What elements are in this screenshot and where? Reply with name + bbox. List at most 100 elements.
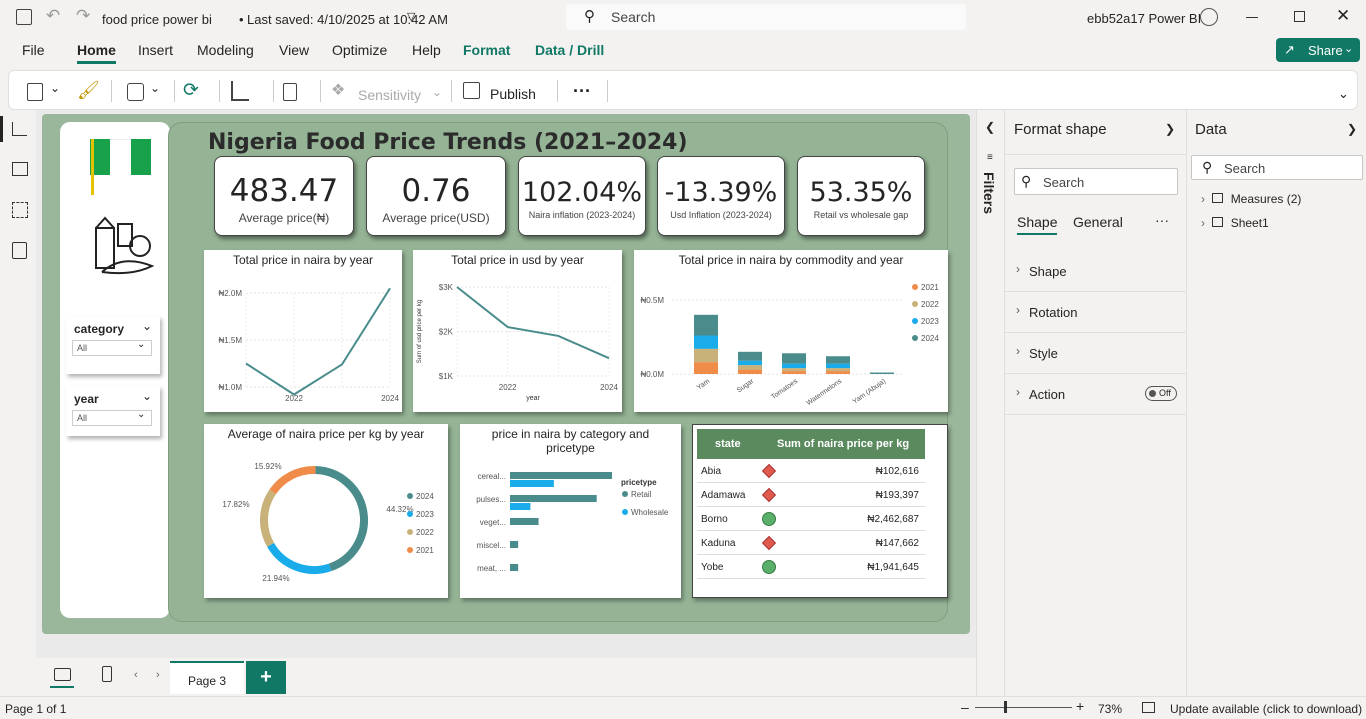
zoom-slider-thumb[interactable] xyxy=(1004,701,1007,713)
tab-data-drill[interactable]: Data / Drill xyxy=(535,42,604,58)
chevron-down-icon: ⌄ xyxy=(137,339,146,350)
fit-page-icon[interactable] xyxy=(1142,702,1155,713)
search-icon: ⚲ xyxy=(1021,173,1032,189)
filters-pane-collapsed[interactable]: ❮ ≡ Filters xyxy=(976,110,1004,696)
chevron-down-icon[interactable]: ⌄ xyxy=(150,81,160,95)
year-slicer[interactable]: year ⌄ All ⌄ xyxy=(66,386,160,436)
more-options-button[interactable]: ··· xyxy=(573,81,591,102)
category-dropdown[interactable]: All ⌄ xyxy=(72,339,152,356)
legend-label: 2022 xyxy=(416,528,434,537)
y-tick-label: miscel... xyxy=(477,541,506,550)
update-notice[interactable]: Update available (click to download) xyxy=(1170,702,1362,716)
chevron-down-icon[interactable]: ⌄ xyxy=(142,389,152,403)
tab-modeling[interactable]: Modeling xyxy=(197,42,254,58)
chevron-down-icon[interactable]: ▽ xyxy=(407,10,415,23)
data-item-sheet1[interactable]: › Sheet1 xyxy=(1201,216,1269,230)
bar-Retail xyxy=(510,472,612,479)
tab-shape[interactable]: Shape xyxy=(1017,214,1058,235)
zoom-in-button[interactable]: + xyxy=(1076,698,1084,714)
chevron-down-icon[interactable]: ⌄ xyxy=(142,319,152,333)
tab-insert[interactable]: Insert xyxy=(138,42,173,58)
table-row[interactable]: Yobe ₦1,941,645 xyxy=(697,555,925,579)
pane-title: Data xyxy=(1195,121,1227,138)
table-row[interactable]: Abia ₦102,616 xyxy=(697,459,925,483)
report-view-icon[interactable] xyxy=(12,122,27,136)
action-toggle[interactable]: Off xyxy=(1145,386,1177,401)
commodity-year-chart[interactable]: Total price in naira by commodity and ye… xyxy=(634,250,948,412)
table-row[interactable]: Adamawa ₦193,397 xyxy=(697,483,925,507)
close-icon[interactable]: ✕ xyxy=(1336,6,1350,26)
category-pricetype-chart[interactable]: price in naira by category and pricetype… xyxy=(460,424,681,598)
section-shape[interactable]: › Shape xyxy=(1005,251,1187,292)
tab-view[interactable]: View xyxy=(279,42,309,58)
tab-optimize[interactable]: Optimize xyxy=(332,42,387,58)
chevron-down-icon: ⌄ xyxy=(1344,43,1354,55)
x-tick-label: Tomatoes xyxy=(770,378,799,401)
y-axis-label: Sum of usd price per kg xyxy=(417,300,423,363)
chevron-left-icon[interactable]: ‹ xyxy=(134,669,138,681)
y-tick-label: $3K xyxy=(439,283,454,292)
table-row[interactable]: Borno ₦2,462,687 xyxy=(697,507,925,531)
data-search-input[interactable]: ⚲ Search xyxy=(1191,155,1363,180)
desktop-view-icon[interactable] xyxy=(54,668,71,681)
get-data-icon[interactable] xyxy=(127,83,144,101)
mobile-view-icon[interactable] xyxy=(102,666,112,682)
format-search-input[interactable]: ⚲ Search xyxy=(1014,168,1178,195)
legend-marker xyxy=(407,511,413,517)
chevron-down-icon[interactable]: ⌄ xyxy=(50,81,60,95)
save-icon[interactable] xyxy=(16,9,32,25)
new-visual-icon[interactable] xyxy=(231,81,249,101)
chevron-right-icon[interactable]: ❯ xyxy=(1347,122,1357,136)
zoom-slider[interactable] xyxy=(975,701,1072,713)
collapse-ribbon-icon[interactable]: ⌄ xyxy=(1338,86,1349,102)
calculator-icon[interactable] xyxy=(283,83,297,101)
maximize-icon[interactable] xyxy=(1294,11,1305,22)
chevron-right-icon[interactable]: › xyxy=(156,669,160,681)
filters-label[interactable]: Filters xyxy=(981,172,997,214)
chevron-right-icon[interactable]: ❯ xyxy=(1165,122,1175,136)
more-options-icon[interactable]: ··· xyxy=(1155,212,1169,228)
chevron-left-icon[interactable]: ❮ xyxy=(985,120,995,134)
refresh-icon[interactable]: ⟳ xyxy=(183,79,199,102)
data-item-measures[interactable]: › Measures (2) xyxy=(1201,192,1301,206)
table-view-icon[interactable] xyxy=(12,162,28,176)
kpi-card-naira-inflation[interactable]: 102.04% Naira inflation (2023-2024) xyxy=(518,156,646,236)
redo-icon[interactable]: ↷ xyxy=(76,6,90,26)
publish-button[interactable]: Publish xyxy=(490,86,536,102)
add-page-button[interactable]: + xyxy=(246,661,286,694)
tab-help[interactable]: Help xyxy=(412,42,441,58)
section-action[interactable]: › Action Off xyxy=(1005,374,1187,415)
minimize-icon[interactable] xyxy=(1246,17,1258,18)
kpi-card-retail-wholesale-gap[interactable]: 53.35% Retail vs wholesale gap xyxy=(797,156,925,236)
tab-file[interactable]: File xyxy=(22,42,45,58)
naira-by-year-chart[interactable]: Total price in naira by year ₦1.0M ₦1.5M ₦… xyxy=(204,250,402,412)
category-slicer[interactable]: category ⌄ All ⌄ xyxy=(66,316,160,374)
sensitivity-button[interactable]: Sensitivity xyxy=(358,87,421,103)
year-dropdown[interactable]: All ⌄ xyxy=(72,409,152,426)
title-search-box[interactable]: ⚲ Search xyxy=(566,4,966,30)
section-style[interactable]: › Style xyxy=(1005,333,1187,374)
tab-format[interactable]: Format xyxy=(463,42,510,58)
model-view-icon[interactable] xyxy=(12,202,28,218)
share-button[interactable]: ↗ Share ⌄ xyxy=(1276,38,1360,62)
undo-icon[interactable]: ↶ xyxy=(46,6,60,26)
avg-price-donut-chart[interactable]: Average of naira price per kg by year 44… xyxy=(204,424,448,598)
usd-by-year-chart[interactable]: Total price in usd by year $1K $2K $3K 2022… xyxy=(413,250,622,412)
tab-general[interactable]: General xyxy=(1073,214,1123,230)
dax-query-icon[interactable] xyxy=(12,242,27,259)
kpi-card-usd-inflation[interactable]: -13.39% Usd Inflation (2023-2024) xyxy=(657,156,785,236)
paste-icon[interactable] xyxy=(27,83,43,101)
kpi-card-avg-price-usd[interactable]: 0.76 Average price(USD) xyxy=(366,156,506,236)
tab-home[interactable]: Home xyxy=(77,42,116,64)
table-row[interactable]: Kaduna ₦147,662 xyxy=(697,531,925,555)
avatar[interactable] xyxy=(1200,8,1218,26)
format-painter-icon[interactable]: 🖌 xyxy=(77,80,100,101)
zoom-out-button[interactable]: – xyxy=(961,699,969,715)
value-cell: ₦147,662 xyxy=(875,538,919,549)
kpi-card-avg-price-naira[interactable]: 483.47 Average price(₦) xyxy=(214,156,354,236)
legend-marker xyxy=(912,284,918,290)
tab-page-3[interactable]: Page 3 xyxy=(170,661,244,694)
section-rotation[interactable]: › Rotation xyxy=(1005,292,1187,333)
state-price-table[interactable]: state Sum of naira price per kg Abia ₦102… xyxy=(692,424,948,598)
legend-marker xyxy=(622,509,628,515)
